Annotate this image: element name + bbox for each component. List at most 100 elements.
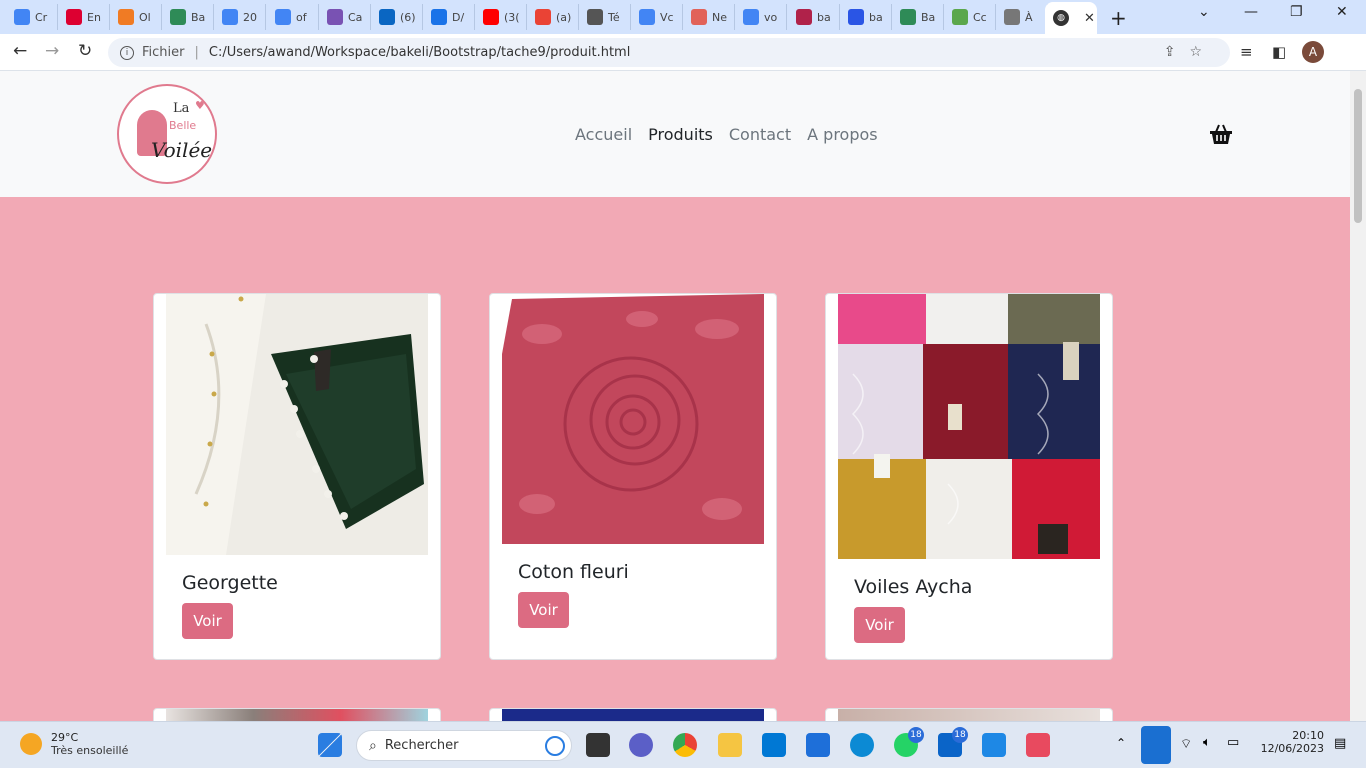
tab-label: Cc [973, 10, 987, 24]
tab-label: vo [764, 10, 778, 24]
tab-item[interactable]: (6) [371, 4, 423, 30]
tab-item[interactable]: Vc [631, 4, 683, 30]
tab-item[interactable]: Ba [892, 4, 944, 30]
shopify-icon [952, 9, 968, 25]
side-panel-icon[interactable]: ◧ [1272, 43, 1286, 61]
georgette-image[interactable] [166, 294, 428, 555]
web-page: La ♥ Belle Voilée Accueil Produits Conta… [0, 71, 1350, 721]
clock-time: 20:10 [1292, 729, 1324, 742]
tab-item[interactable]: ba [840, 4, 892, 30]
tab-item[interactable]: Ca [319, 4, 371, 30]
page-scrollbar[interactable] [1350, 71, 1366, 721]
voiles-aycha-image[interactable] [838, 294, 1100, 559]
site-info-icon[interactable]: i [120, 45, 134, 60]
notion-icon [691, 9, 707, 25]
task-view-icon[interactable] [586, 733, 610, 757]
new-tab-button[interactable]: + [1110, 6, 1127, 30]
shopping-basket-icon[interactable] [1209, 123, 1233, 145]
teams-chat-icon[interactable] [629, 733, 653, 757]
mail-icon[interactable]: 18 [938, 727, 968, 757]
voir-button[interactable]: Voir [518, 592, 569, 628]
scrollbar-thumb[interactable] [1354, 89, 1362, 223]
tab-item[interactable]: (a) [527, 4, 579, 30]
forward-icon[interactable]: → [45, 41, 59, 61]
tab-label: (a) [556, 10, 572, 24]
windows-start-icon[interactable] [318, 733, 342, 757]
minimize-icon[interactable]: — [1244, 4, 1258, 20]
tab-search-icon[interactable]: ⌄ [1198, 4, 1210, 20]
nav-accueil[interactable]: Accueil [575, 125, 632, 144]
tab-label: Ca [348, 10, 363, 24]
share-and-bookmark-icons[interactable]: ⇪☆ [1164, 44, 1216, 60]
google-icon [14, 9, 30, 25]
browser-toolbar: ← → ↻ i Fichier | C:/Users/awand/Workspa… [0, 34, 1366, 71]
close-window-icon[interactable]: ✕ [1336, 4, 1348, 20]
brand-logo[interactable]: La ♥ Belle Voilée [117, 84, 217, 184]
tab-label: Cr [35, 10, 48, 24]
tab-item[interactable]: (3( [475, 4, 527, 30]
taskbar-search[interactable]: ⌕ Rechercher [356, 730, 572, 761]
wifi-icon[interactable]: ⌔ [1180, 736, 1192, 752]
wix-icon [848, 9, 864, 25]
tab-item[interactable]: Cc [944, 4, 996, 30]
tray-chevron-icon[interactable]: ⌃ [1116, 736, 1126, 750]
nav-produits[interactable]: Produits [648, 125, 713, 144]
weather-widget[interactable]: 29°C Très ensoleillé [20, 731, 128, 757]
url-scheme-label: Fichier [142, 45, 185, 60]
tab-item[interactable]: Cr [6, 4, 58, 30]
microphone-icon[interactable] [1141, 726, 1171, 764]
reading-list-icon[interactable]: ≡ [1240, 43, 1253, 61]
nav-contact[interactable]: Contact [729, 125, 791, 144]
url-separator: | [194, 45, 199, 60]
tab-item[interactable]: vo [735, 4, 787, 30]
reload-icon[interactable]: ↻ [78, 41, 92, 61]
tab-item[interactable]: Ba [162, 4, 214, 30]
tab-item[interactable]: Ne [683, 4, 735, 30]
file-explorer-icon[interactable] [718, 733, 742, 757]
close-tab-icon[interactable]: ✕ [1084, 11, 1095, 26]
snipping-tool-icon[interactable] [1026, 733, 1050, 757]
battery-icon[interactable]: ▭ [1227, 735, 1239, 750]
logo-voilee: Voilée [151, 138, 213, 162]
coton-fleuri-image[interactable] [502, 294, 764, 544]
bing-icon[interactable] [545, 736, 565, 756]
tab-item[interactable]: D/ [423, 4, 475, 30]
chrome-icon[interactable] [673, 733, 697, 757]
maximize-icon[interactable]: ❐ [1290, 4, 1303, 20]
product-image-partial[interactable] [166, 709, 428, 721]
tab-label: En [87, 10, 101, 24]
volume-icon[interactable]: 🔈︎ [1203, 735, 1211, 750]
whatsapp-badge: 18 [908, 727, 924, 743]
docs-icon [222, 9, 238, 25]
whatsapp-icon[interactable]: 18 [894, 727, 924, 757]
photos-icon[interactable] [982, 733, 1006, 757]
notifications-icon[interactable]: ▤ [1334, 736, 1346, 751]
voir-button[interactable]: Voir [182, 603, 233, 639]
tab-item[interactable]: À [996, 4, 1048, 30]
tab-item[interactable]: 20 [214, 4, 266, 30]
microsoft-store-icon[interactable] [806, 733, 830, 757]
product-card-row2-2 [489, 708, 777, 721]
tab-item[interactable]: Té [579, 4, 631, 30]
product-image-partial[interactable] [838, 709, 1100, 721]
linkedin-icon [379, 9, 395, 25]
profile-avatar[interactable]: A [1302, 41, 1324, 63]
tab-item[interactable]: Ol [110, 4, 162, 30]
back-icon[interactable]: ← [13, 41, 27, 61]
vscode-icon[interactable] [762, 733, 786, 757]
tab-active[interactable]: ◍ ✕ [1045, 2, 1097, 34]
nav-links: Accueil Produits Contact A propos [575, 125, 894, 144]
system-clock[interactable]: 20:10 12/06/2023 [1258, 729, 1324, 755]
product-title: Georgette [182, 572, 278, 594]
product-image-partial[interactable] [502, 709, 764, 721]
tab-label: Ba [921, 10, 936, 24]
address-bar[interactable]: i Fichier | C:/Users/awand/Workspace/bak… [108, 38, 1230, 67]
tab-label: (3( [504, 10, 520, 24]
tab-item[interactable]: ba [788, 4, 840, 30]
tab-item[interactable]: of [267, 4, 319, 30]
edge-icon[interactable] [850, 733, 874, 757]
voir-button[interactable]: Voir [854, 607, 905, 643]
nav-a-propos[interactable]: A propos [807, 125, 877, 144]
tab-item[interactable]: En [58, 4, 110, 30]
url-text[interactable]: C:/Users/awand/Workspace/bakeli/Bootstra… [209, 45, 630, 60]
